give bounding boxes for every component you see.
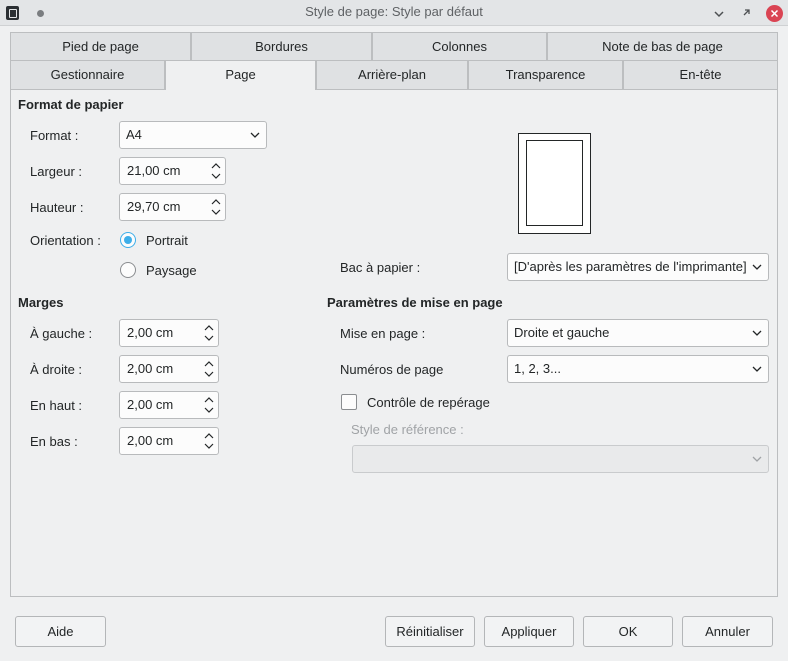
page-numbers-label: Numéros de page xyxy=(340,362,444,377)
spin-arrows-icon[interactable] xyxy=(204,323,214,343)
tab-borders[interactable]: Bordures xyxy=(191,32,372,61)
chevron-down-icon xyxy=(752,366,762,372)
margin-right-spinbox[interactable]: 2,00 cm xyxy=(119,355,219,383)
page-layout-label: Mise en page : xyxy=(340,326,426,341)
ok-button[interactable]: OK xyxy=(583,616,673,647)
format-label: Format : xyxy=(30,128,79,143)
margin-top-label: En haut : xyxy=(30,398,83,413)
format-select[interactable]: A4 xyxy=(119,121,267,149)
spin-arrows-icon[interactable] xyxy=(211,161,221,181)
chevron-down-icon xyxy=(250,132,260,138)
chevron-down-icon xyxy=(752,330,762,336)
tab-transparency[interactable]: Transparence xyxy=(468,60,623,89)
margin-bottom-spinbox[interactable]: 2,00 cm xyxy=(119,427,219,455)
width-spinbox[interactable]: 21,00 cm xyxy=(119,157,226,185)
height-value: 29,70 cm xyxy=(127,199,181,214)
chevron-down-icon xyxy=(752,456,762,462)
spin-arrows-icon[interactable] xyxy=(204,431,214,451)
reference-style-select[interactable] xyxy=(352,445,769,473)
page-layout-select[interactable]: Droite et gauche xyxy=(507,319,769,347)
tab-row-1: Pied de page Bordures Colonnes Note de b… xyxy=(10,32,778,61)
apply-button[interactable]: Appliquer xyxy=(484,616,574,647)
paper-tray-select[interactable]: [D'après les paramètres de l'imprimante] xyxy=(507,253,769,281)
reset-button[interactable]: Réinitialiser xyxy=(385,616,475,647)
tab-row-2: Gestionnaire Page Arrière-plan Transpare… xyxy=(10,60,778,90)
layout-settings-title: Paramètres de mise en page xyxy=(327,295,503,310)
tab-area[interactable]: Arrière-plan xyxy=(316,60,468,89)
reference-style-label: Style de référence : xyxy=(351,422,464,437)
margin-right-value: 2,00 cm xyxy=(127,361,174,376)
spin-arrows-icon[interactable] xyxy=(204,359,214,379)
restore-icon[interactable] xyxy=(738,4,756,22)
margin-top-value: 2,00 cm xyxy=(127,397,174,412)
margin-left-value: 2,00 cm xyxy=(127,325,174,340)
close-icon[interactable] xyxy=(766,5,783,22)
register-true-label[interactable]: Contrôle de repérage xyxy=(367,395,490,410)
margin-bottom-value: 2,00 cm xyxy=(127,433,174,448)
window-title: Style de page: Style par défaut xyxy=(305,4,483,19)
portrait-radio[interactable] xyxy=(120,232,136,248)
orientation-label: Orientation : xyxy=(30,233,101,248)
tab-columns[interactable]: Colonnes xyxy=(372,32,547,61)
margin-top-spinbox[interactable]: 2,00 cm xyxy=(119,391,219,419)
height-spinbox[interactable]: 29,70 cm xyxy=(119,193,226,221)
landscape-label[interactable]: Paysage xyxy=(146,263,197,278)
tab-footer[interactable]: Pied de page xyxy=(10,32,191,61)
portrait-label[interactable]: Portrait xyxy=(146,233,188,248)
help-button[interactable]: Aide xyxy=(15,616,106,647)
cancel-button[interactable]: Annuler xyxy=(682,616,773,647)
tab-organizer[interactable]: Gestionnaire xyxy=(10,60,165,89)
paper-tray-label: Bac à papier : xyxy=(340,260,421,275)
width-label: Largeur : xyxy=(30,164,83,179)
tab-footnote[interactable]: Note de bas de page xyxy=(547,32,778,61)
margin-bottom-label: En bas : xyxy=(30,434,78,449)
margin-right-label: À droite : xyxy=(30,362,83,377)
page-numbers-value: 1, 2, 3... xyxy=(514,361,561,376)
landscape-radio[interactable] xyxy=(120,262,136,278)
margin-left-spinbox[interactable]: 2,00 cm xyxy=(119,319,219,347)
page-preview-margins xyxy=(526,140,583,226)
register-true-checkbox[interactable] xyxy=(341,394,357,410)
spin-arrows-icon[interactable] xyxy=(204,395,214,415)
margin-left-label: À gauche : xyxy=(30,326,93,341)
margins-title: Marges xyxy=(18,295,64,310)
format-value: A4 xyxy=(126,127,142,142)
chevron-down-icon xyxy=(751,262,763,272)
page-layout-value: Droite et gauche xyxy=(514,325,610,340)
minimize-icon[interactable] xyxy=(710,4,728,22)
page-preview xyxy=(518,133,591,234)
height-label: Hauteur : xyxy=(30,200,84,215)
paper-tray-value: [D'après les paramètres de l'imprimante] xyxy=(514,259,747,274)
paper-format-title: Format de papier xyxy=(18,97,124,112)
tab-page[interactable]: Page xyxy=(165,60,316,90)
tab-header[interactable]: En-tête xyxy=(623,60,778,89)
page-numbers-select[interactable]: 1, 2, 3... xyxy=(507,355,769,383)
width-value: 21,00 cm xyxy=(127,163,181,178)
spin-arrows-icon[interactable] xyxy=(211,197,221,217)
